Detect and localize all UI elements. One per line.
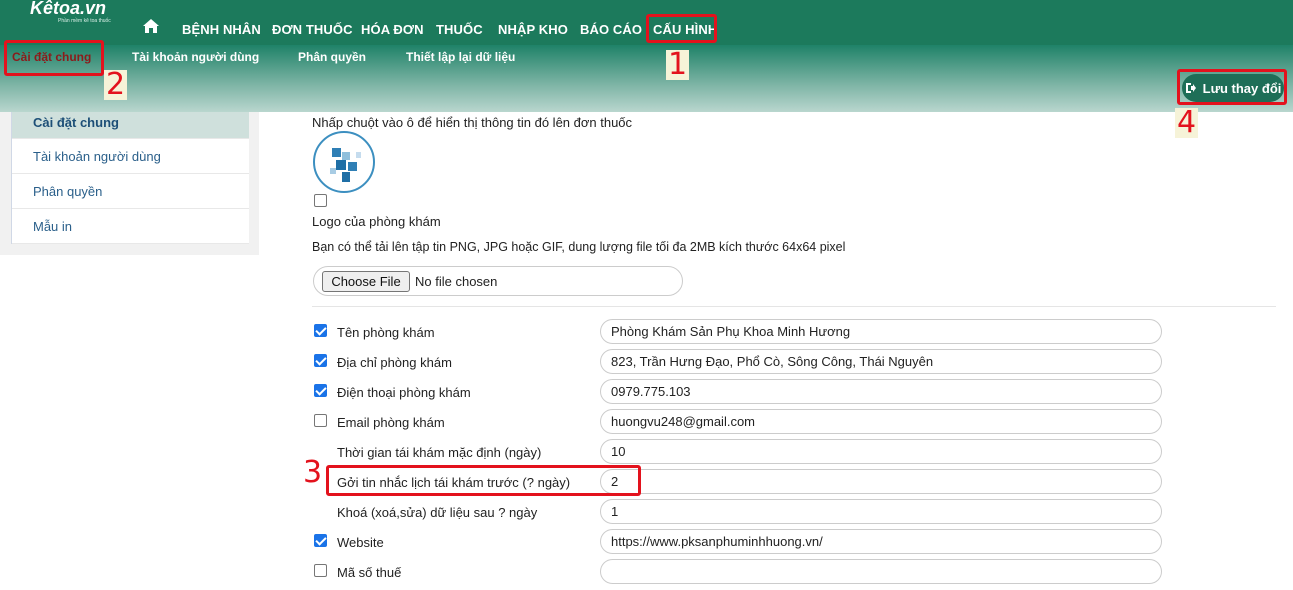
input-ma-so-thue[interactable] xyxy=(600,559,1162,584)
annotation-box-4 xyxy=(1177,69,1287,105)
nav-nhap-kho[interactable]: NHẬP KHO xyxy=(498,22,568,37)
nav-hoa-don[interactable]: HÓA ĐƠN xyxy=(361,22,424,37)
sidebar-item-tai-khoan[interactable]: Tài khoản người dùng xyxy=(12,139,249,174)
annotation-number-2: 2 xyxy=(104,67,128,102)
sidebar-item-mau-in[interactable]: Mẫu in xyxy=(12,209,249,244)
input-dia-chi[interactable]: 823, Trần Hưng Đạo, Phổ Cò, Sông Công, T… xyxy=(600,349,1162,374)
subnav-tai-khoan[interactable]: Tài khoản người dùng xyxy=(132,50,259,64)
hint-text: Nhấp chuột vào ô để hiển thị thông tin đ… xyxy=(312,115,633,130)
checkbox-email[interactable] xyxy=(314,414,327,427)
annotation-box-1 xyxy=(646,14,717,43)
logo-label: Logo của phòng khám xyxy=(312,214,441,229)
input-dien-thoai[interactable]: 0979.775.103 xyxy=(600,379,1162,404)
annotation-box-2 xyxy=(4,40,104,76)
annotation-number-1: 1 xyxy=(666,47,690,82)
label-dia-chi: Địa chỉ phòng khám xyxy=(337,355,452,370)
checkbox-ten-phong-kham[interactable] xyxy=(314,324,327,337)
input-email[interactable]: huongvu248@gmail.com xyxy=(600,409,1162,434)
home-icon[interactable] xyxy=(142,18,160,34)
brand-name: Kêtoa.vn xyxy=(30,0,107,18)
label-khoa-du-lieu: Khoá (xoá,sửa) dữ liệu sau ? ngày xyxy=(337,505,538,520)
brand-tagline: Phần mềm kê toa thuốc xyxy=(58,18,111,24)
label-dien-thoai: Điện thoại phòng khám xyxy=(337,385,471,400)
label-thoi-gian-tai-kham: Thời gian tái khám mặc định (ngày) xyxy=(337,445,542,460)
upload-note: Bạn có thể tải lên tập tin PNG, JPG hoặc… xyxy=(312,240,846,254)
input-thoi-gian-tai-kham[interactable]: 10 xyxy=(600,439,1162,464)
label-website: Website xyxy=(337,535,384,550)
annotation-number-4: 4 xyxy=(1175,105,1199,140)
input-ten-phong-kham[interactable]: Phòng Khám Sản Phụ Khoa Minh Hương xyxy=(600,319,1162,344)
clinic-logo-image[interactable] xyxy=(312,130,376,194)
no-file-text: No file chosen xyxy=(415,274,498,289)
label-email: Email phòng khám xyxy=(337,415,445,430)
sidebar: Cài đặt chung Tài khoản người dùng Phân … xyxy=(0,112,259,255)
checkbox-website[interactable] xyxy=(314,534,327,547)
label-ten-phong-kham: Tên phòng khám xyxy=(337,325,435,340)
choose-file-button[interactable]: Choose File xyxy=(322,271,410,292)
sidebar-item-phan-quyen[interactable]: Phân quyền xyxy=(12,174,249,209)
nav-bao-cao[interactable]: BÁO CÁO xyxy=(580,22,642,37)
input-goi-tin-nhac[interactable]: 2 xyxy=(600,469,1162,494)
checkbox-dia-chi[interactable] xyxy=(314,354,327,367)
subnav-thiet-lap-lai[interactable]: Thiết lập lại dữ liệu xyxy=(406,50,515,64)
nav-thuoc[interactable]: THUỐC xyxy=(436,22,483,37)
checkbox-ma-so-thue[interactable] xyxy=(314,564,327,577)
input-website[interactable]: https://www.pksanphuminhhuong.vn/ xyxy=(600,529,1162,554)
logo-checkbox[interactable] xyxy=(314,194,327,207)
label-ma-so-thue: Mã số thuế xyxy=(337,565,402,580)
annotation-box-3 xyxy=(326,465,641,496)
annotation-number-3: 3 xyxy=(301,455,325,490)
divider xyxy=(312,306,1276,307)
sidebar-item-cai-dat-chung[interactable]: Cài đặt chung xyxy=(12,112,249,139)
brand-logo[interactable]: Kêtoa.vn Phần mềm kê toa thuốc xyxy=(30,0,120,30)
nav-don-thuoc[interactable]: ĐƠN THUỐC xyxy=(272,22,353,37)
checkbox-dien-thoai[interactable] xyxy=(314,384,327,397)
nav-benh-nhan[interactable]: BỆNH NHÂN xyxy=(182,22,261,37)
subnav-phan-quyen[interactable]: Phân quyền xyxy=(298,50,366,64)
input-khoa-du-lieu[interactable]: 1 xyxy=(600,499,1162,524)
